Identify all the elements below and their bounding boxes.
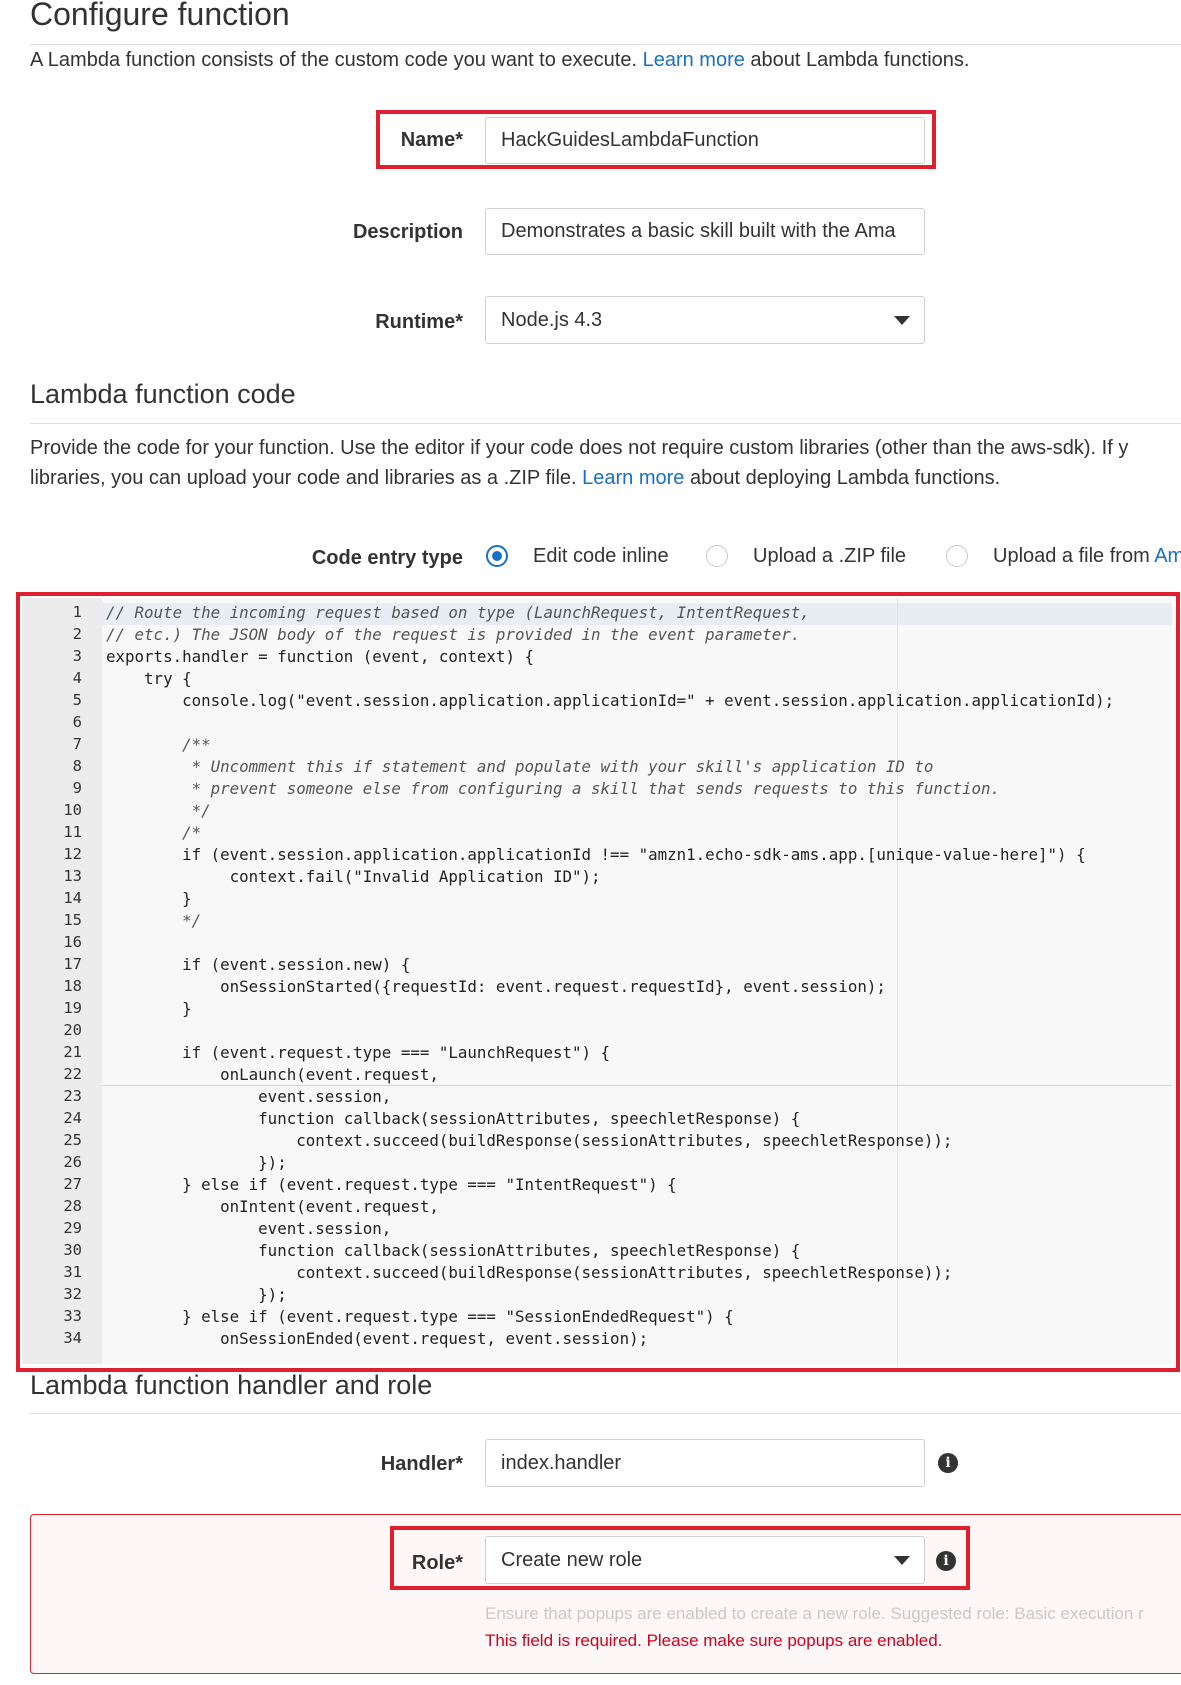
handler-label: Handler* bbox=[380, 1453, 463, 1475]
runtime-label: Runtime* bbox=[375, 311, 463, 333]
divider bbox=[30, 1413, 1181, 1414]
role-select[interactable]: Create new role bbox=[485, 1536, 925, 1584]
radio-edit-inline[interactable] bbox=[486, 545, 508, 567]
radio-upload-zip[interactable] bbox=[706, 545, 728, 567]
learn-more-link[interactable]: Learn more bbox=[643, 49, 745, 71]
code-section-title: Lambda function code bbox=[30, 379, 296, 409]
page-title: Configure function bbox=[30, 0, 290, 32]
radio-upload-s3-label[interactable]: Upload a file from Am bbox=[993, 545, 1181, 568]
info-icon[interactable]: i bbox=[936, 1551, 956, 1571]
radio-upload-zip-label[interactable]: Upload a .ZIP file bbox=[753, 545, 906, 568]
upload-source-link[interactable]: Am bbox=[1154, 545, 1181, 567]
dropdown-caret-icon bbox=[894, 1556, 910, 1565]
radio-edit-inline-label[interactable]: Edit code inline bbox=[533, 545, 669, 568]
editor-highlight-box bbox=[16, 592, 1180, 1372]
description-label: Description bbox=[352, 221, 463, 243]
code-section-text-1: Provide the code for your function. Use … bbox=[30, 437, 1129, 459]
description-input[interactable]: Demonstrates a basic skill built with th… bbox=[485, 208, 925, 255]
handler-input[interactable]: index.handler bbox=[485, 1439, 925, 1487]
dropdown-caret-icon bbox=[894, 316, 910, 325]
name-input[interactable]: HackGuidesLambdaFunction bbox=[485, 117, 925, 164]
runtime-select[interactable]: Node.js 4.3 bbox=[485, 296, 925, 344]
runtime-value: Node.js 4.3 bbox=[501, 308, 603, 331]
code-entry-type-label: Code entry type bbox=[311, 547, 463, 569]
learn-more-link[interactable]: Learn more bbox=[582, 467, 684, 489]
handler-section-title: Lambda function handler and role bbox=[30, 1370, 433, 1400]
role-value: Create new role bbox=[501, 1548, 643, 1571]
role-label: Role* bbox=[411, 1552, 463, 1574]
info-icon[interactable]: i bbox=[938, 1453, 958, 1473]
code-section-text-2: libraries, you can upload your code and … bbox=[30, 467, 1001, 489]
role-hint-text: Ensure that popups are enabled to create… bbox=[485, 1604, 1144, 1623]
intro-text: A Lambda function consists of the custom… bbox=[30, 49, 970, 71]
name-label: Name* bbox=[400, 129, 463, 151]
radio-upload-s3[interactable] bbox=[946, 545, 968, 567]
role-error-text: This field is required. Please make sure… bbox=[485, 1631, 943, 1650]
divider bbox=[30, 423, 1181, 424]
